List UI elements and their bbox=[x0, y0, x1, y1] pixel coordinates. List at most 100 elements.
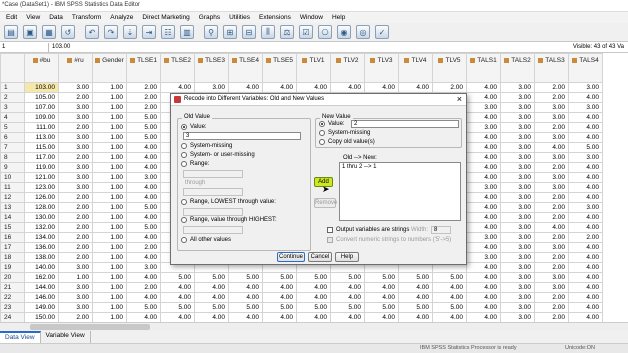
data-cell[interactable]: 2.00 bbox=[126, 242, 161, 253]
data-cell[interactable]: 3.00 bbox=[194, 82, 229, 93]
data-cell[interactable]: 3.00 bbox=[126, 172, 161, 183]
data-cell[interactable]: 2.00 bbox=[126, 282, 161, 293]
row-number[interactable]: 4 bbox=[0, 112, 25, 123]
data-cell[interactable]: 3.00 bbox=[126, 262, 161, 273]
data-cell[interactable]: 4.00 bbox=[194, 282, 229, 293]
data-cell[interactable]: 3.00 bbox=[568, 82, 603, 93]
data-cell[interactable]: 1.00 bbox=[92, 102, 127, 113]
data-cell[interactable]: 2.00 bbox=[432, 82, 467, 93]
data-cell[interactable]: 2.00 bbox=[534, 212, 569, 223]
menu-edit[interactable]: Edit bbox=[6, 14, 17, 21]
data-cell[interactable]: 2.00 bbox=[534, 82, 569, 93]
data-cell[interactable]: 3.00 bbox=[534, 172, 569, 183]
data-cell[interactable]: 4.00 bbox=[568, 262, 603, 273]
column-header[interactable]: TLSE2 bbox=[160, 53, 195, 83]
data-cell[interactable]: 4.00 bbox=[568, 252, 603, 263]
row-number[interactable]: 6 bbox=[0, 132, 25, 143]
row-number[interactable]: 21 bbox=[0, 282, 25, 293]
row-number[interactable]: 11 bbox=[0, 182, 25, 193]
data-cell[interactable]: 1.00 bbox=[92, 222, 127, 233]
data-cell[interactable]: 1.00 bbox=[92, 112, 127, 123]
data-cell[interactable]: 3.00 bbox=[534, 152, 569, 163]
data-cell[interactable]: 2.00 bbox=[126, 82, 161, 93]
data-cell[interactable]: 162.00 bbox=[24, 272, 59, 283]
data-cell[interactable]: 115.00 bbox=[24, 142, 59, 153]
old-value-input[interactable]: 3 bbox=[183, 132, 301, 140]
data-cell[interactable]: 1.00 bbox=[92, 202, 127, 213]
row-number[interactable]: 24 bbox=[0, 312, 25, 323]
row-number[interactable]: 15 bbox=[0, 222, 25, 233]
range-from-input[interactable] bbox=[183, 170, 243, 178]
data-cell[interactable]: 5.00 bbox=[432, 302, 467, 313]
data-cell[interactable]: 4.00 bbox=[296, 82, 331, 93]
scrollbar-thumb[interactable] bbox=[30, 324, 150, 330]
data-cell[interactable]: 4.00 bbox=[534, 222, 569, 233]
data-cell[interactable]: 3.00 bbox=[466, 122, 501, 133]
data-cell[interactable]: 1.00 bbox=[92, 82, 127, 93]
data-cell[interactable]: 4.00 bbox=[466, 82, 501, 93]
data-cell[interactable]: 5.00 bbox=[296, 302, 331, 313]
data-cell[interactable]: 4.00 bbox=[160, 292, 195, 303]
data-cell[interactable]: 126.00 bbox=[24, 192, 59, 203]
data-cell[interactable]: 4.00 bbox=[296, 292, 331, 303]
data-cell[interactable]: 2.00 bbox=[126, 102, 161, 113]
copy-old-values-radio[interactable]: Copy old value(s) bbox=[319, 139, 375, 145]
data-cell[interactable]: 3.00 bbox=[58, 302, 93, 313]
run-descriptives-icon[interactable]: ▥ bbox=[180, 25, 194, 39]
data-cell[interactable]: 132.00 bbox=[24, 222, 59, 233]
help-button[interactable]: Help bbox=[335, 252, 359, 262]
data-cell[interactable]: 5.00 bbox=[568, 142, 603, 153]
cell-value-field[interactable]: 103.00 bbox=[48, 43, 428, 52]
data-cell[interactable]: 3.00 bbox=[466, 252, 501, 263]
data-cell[interactable]: 134.00 bbox=[24, 232, 59, 243]
data-cell[interactable]: 103.00 bbox=[24, 82, 59, 93]
data-cell[interactable]: 4.00 bbox=[126, 272, 161, 283]
data-cell[interactable]: 3.00 bbox=[500, 232, 535, 243]
data-cell[interactable]: 2.00 bbox=[534, 292, 569, 303]
data-cell[interactable]: 4.00 bbox=[466, 292, 501, 303]
data-cell[interactable]: 4.00 bbox=[126, 192, 161, 203]
data-cell[interactable]: 2.00 bbox=[58, 312, 93, 323]
data-cell[interactable]: 4.00 bbox=[126, 142, 161, 153]
old-value-radio[interactable]: Value: bbox=[181, 124, 207, 130]
row-number[interactable]: 19 bbox=[0, 262, 25, 273]
spelling-icon[interactable]: ✓ bbox=[375, 25, 389, 39]
row-number[interactable]: 22 bbox=[0, 292, 25, 303]
data-cell[interactable]: 4.00 bbox=[160, 282, 195, 293]
data-cell[interactable]: 5.00 bbox=[262, 272, 297, 283]
data-cell[interactable]: 1.00 bbox=[92, 152, 127, 163]
data-cell[interactable]: 3.00 bbox=[58, 172, 93, 183]
data-cell[interactable]: 3.00 bbox=[500, 212, 535, 223]
data-cell[interactable]: 5.00 bbox=[364, 272, 399, 283]
column-header[interactable]: TLSE1 bbox=[126, 53, 161, 83]
data-cell[interactable]: 4.00 bbox=[466, 212, 501, 223]
data-cell[interactable]: 4.00 bbox=[568, 312, 603, 323]
width-input[interactable]: 8 bbox=[431, 226, 451, 234]
data-cell[interactable]: 4.00 bbox=[466, 142, 501, 153]
data-cell[interactable]: 1.00 bbox=[92, 142, 127, 153]
data-cell[interactable]: 4.00 bbox=[228, 312, 263, 323]
column-header[interactable]: TALS2 bbox=[500, 53, 535, 83]
data-cell[interactable]: 119.00 bbox=[24, 162, 59, 173]
list-item[interactable]: 1 thru 2 --> 1 bbox=[340, 163, 460, 171]
data-cell[interactable]: 3.00 bbox=[500, 162, 535, 173]
range-lowest-input[interactable] bbox=[183, 208, 243, 216]
data-cell[interactable]: 4.00 bbox=[568, 92, 603, 103]
data-cell[interactable]: 5.00 bbox=[160, 302, 195, 313]
data-cell[interactable]: 4.00 bbox=[364, 292, 399, 303]
open-icon[interactable]: ▤ bbox=[4, 25, 18, 39]
tab-variable-view[interactable]: Variable View bbox=[41, 331, 91, 343]
data-cell[interactable]: 4.00 bbox=[126, 182, 161, 193]
data-cell[interactable]: 2.00 bbox=[58, 122, 93, 133]
range-to-input[interactable] bbox=[183, 188, 243, 196]
data-cell[interactable]: 109.00 bbox=[24, 112, 59, 123]
data-cell[interactable]: 1.00 bbox=[92, 232, 127, 243]
weight-cases-icon[interactable]: ⚖ bbox=[280, 25, 294, 39]
data-cell[interactable]: 1.00 bbox=[92, 132, 127, 143]
insert-cases-icon[interactable]: ⊞ bbox=[223, 25, 237, 39]
column-header[interactable]: TALS4 bbox=[568, 53, 603, 83]
data-cell[interactable]: 4.00 bbox=[466, 92, 501, 103]
menu-extensions[interactable]: Extensions bbox=[259, 14, 291, 21]
remove-button[interactable]: Remove bbox=[314, 198, 337, 208]
row-number[interactable]: 23 bbox=[0, 302, 25, 313]
